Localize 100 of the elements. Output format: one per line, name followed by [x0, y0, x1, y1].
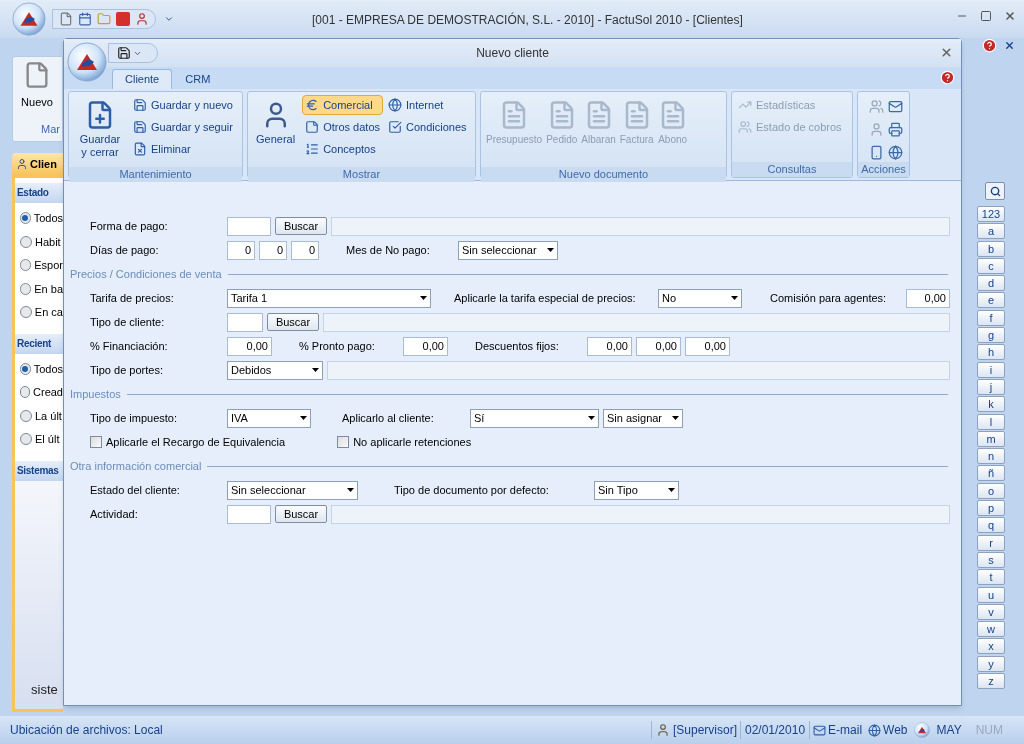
index-key[interactable]: 123 — [977, 206, 1005, 222]
ribbon-button[interactable]: Guardar y seguir — [130, 117, 236, 137]
index-key[interactable]: m — [977, 430, 1005, 447]
search-button[interactable] — [985, 182, 1005, 200]
input-field[interactable]: 0 — [291, 240, 319, 260]
calendar-icon[interactable] — [78, 12, 92, 26]
index-key[interactable]: e — [977, 292, 1005, 309]
input-field[interactable] — [227, 312, 263, 332]
help-icon[interactable] — [940, 70, 955, 85]
ribbon-button[interactable]: Internet — [385, 95, 470, 115]
index-key[interactable]: w — [977, 621, 1005, 638]
folder-icon[interactable] — [97, 12, 111, 26]
ribbon-button[interactable]: Eliminar — [130, 139, 236, 159]
input-field[interactable]: 0,00 — [636, 336, 681, 356]
radio-button[interactable] — [20, 282, 32, 295]
radio-button[interactable] — [20, 409, 32, 422]
dropdown[interactable]: Sin seleccionar — [227, 480, 358, 500]
index-key[interactable]: d — [977, 275, 1005, 292]
caret-icon[interactable] — [164, 14, 174, 24]
input-field[interactable]: 0 — [259, 240, 287, 260]
input-field[interactable]: 0 — [227, 240, 255, 260]
ribbon-button[interactable]: General — [251, 95, 301, 167]
maximize-button[interactable] — [980, 10, 992, 22]
input-field[interactable] — [327, 360, 950, 380]
close-icon[interactable] — [1004, 40, 1015, 51]
tab[interactable]: Clien — [12, 153, 63, 175]
ribbon-button[interactable]: Nuevo — [13, 57, 61, 121]
index-key[interactable]: a — [977, 223, 1005, 240]
search-button[interactable]: Buscar — [267, 313, 319, 331]
checkbox[interactable] — [337, 436, 350, 448]
status-link[interactable]: Web — [865, 721, 911, 739]
index-key[interactable]: c — [977, 257, 1005, 274]
radio-button[interactable] — [20, 306, 32, 319]
index-key[interactable]: z — [977, 673, 1005, 689]
dropdown[interactable]: Tarifa 1 — [227, 288, 431, 308]
dropdown[interactable]: Sin seleccionar — [458, 240, 558, 260]
dropdown[interactable]: Sí — [470, 408, 599, 428]
index-key[interactable]: h — [977, 344, 1005, 361]
index-key[interactable]: k — [977, 396, 1005, 413]
index-key[interactable]: i — [977, 361, 1005, 378]
index-key[interactable]: p — [977, 500, 1005, 517]
index-key[interactable]: v — [977, 603, 1005, 620]
radio-button[interactable] — [20, 433, 32, 446]
input-field[interactable] — [227, 504, 271, 524]
tab[interactable]: Cliente — [112, 69, 173, 89]
index-key[interactable]: x — [977, 638, 1005, 655]
printer-button[interactable] — [886, 120, 905, 138]
ribbon-button[interactable]: Conceptos — [302, 139, 383, 159]
index-key[interactable]: r — [977, 534, 1005, 551]
index-key[interactable]: ñ — [977, 465, 1005, 482]
input-field[interactable] — [227, 216, 271, 236]
index-key[interactable]: t — [977, 569, 1005, 586]
radio-button[interactable] — [20, 259, 32, 272]
save-icon[interactable] — [117, 46, 131, 60]
input-field[interactable]: 0,00 — [587, 336, 632, 356]
input-field[interactable]: 0,00 — [685, 336, 730, 356]
status-link[interactable]: E-mail — [809, 721, 866, 739]
dropdown[interactable]: Sin Tipo — [594, 480, 679, 500]
index-key[interactable]: s — [977, 551, 1005, 568]
app-logo[interactable] — [12, 2, 46, 36]
tab[interactable]: CRM — [172, 69, 224, 89]
dropdown[interactable]: Sin asignar — [603, 408, 683, 428]
help-icon[interactable] — [982, 38, 997, 53]
index-key[interactable]: g — [977, 327, 1005, 344]
dropdown[interactable]: IVA — [227, 408, 311, 428]
search-button[interactable]: Buscar — [275, 505, 327, 523]
dropdown[interactable]: Debidos — [227, 360, 323, 380]
ribbon-button[interactable]: Guardar y nuevo — [130, 95, 236, 115]
input-field[interactable] — [331, 504, 950, 524]
index-key[interactable]: f — [977, 309, 1005, 326]
input-field[interactable]: 0,00 — [906, 288, 950, 308]
input-field[interactable]: 0,00 — [403, 336, 448, 356]
radio-button[interactable] — [20, 235, 32, 248]
input-field[interactable]: 0,00 — [227, 336, 272, 356]
index-key[interactable]: n — [977, 448, 1005, 465]
index-key[interactable]: u — [977, 586, 1005, 603]
input-field[interactable] — [323, 312, 950, 332]
ribbon-button[interactable]: Condiciones — [385, 117, 470, 137]
index-key[interactable]: q — [977, 517, 1005, 534]
checkbox[interactable] — [90, 436, 102, 448]
close-button[interactable] — [1004, 10, 1016, 22]
search-button[interactable]: Buscar — [275, 217, 327, 235]
index-key[interactable]: j — [977, 378, 1005, 395]
app-logo[interactable] — [913, 722, 930, 738]
ribbon-button[interactable]: Comercial — [302, 95, 383, 115]
radio-button[interactable] — [20, 386, 31, 399]
ribbon-button[interactable]: Otros datos — [302, 117, 383, 137]
input-field[interactable] — [331, 216, 950, 236]
person-button[interactable] — [867, 97, 885, 115]
radio-button[interactable] — [20, 212, 31, 225]
dropdown[interactable]: No — [658, 288, 742, 308]
radio-button[interactable] — [20, 362, 31, 375]
index-key[interactable]: o — [977, 482, 1005, 499]
new-document-icon[interactable] — [59, 12, 73, 26]
close-button[interactable] — [939, 45, 953, 59]
index-key[interactable]: l — [977, 413, 1005, 430]
person-icon[interactable] — [135, 12, 149, 26]
ribbon-button[interactable]: Guardar y cerrar — [72, 95, 128, 167]
index-key[interactable]: y — [977, 655, 1005, 672]
index-key[interactable]: b — [977, 240, 1005, 257]
